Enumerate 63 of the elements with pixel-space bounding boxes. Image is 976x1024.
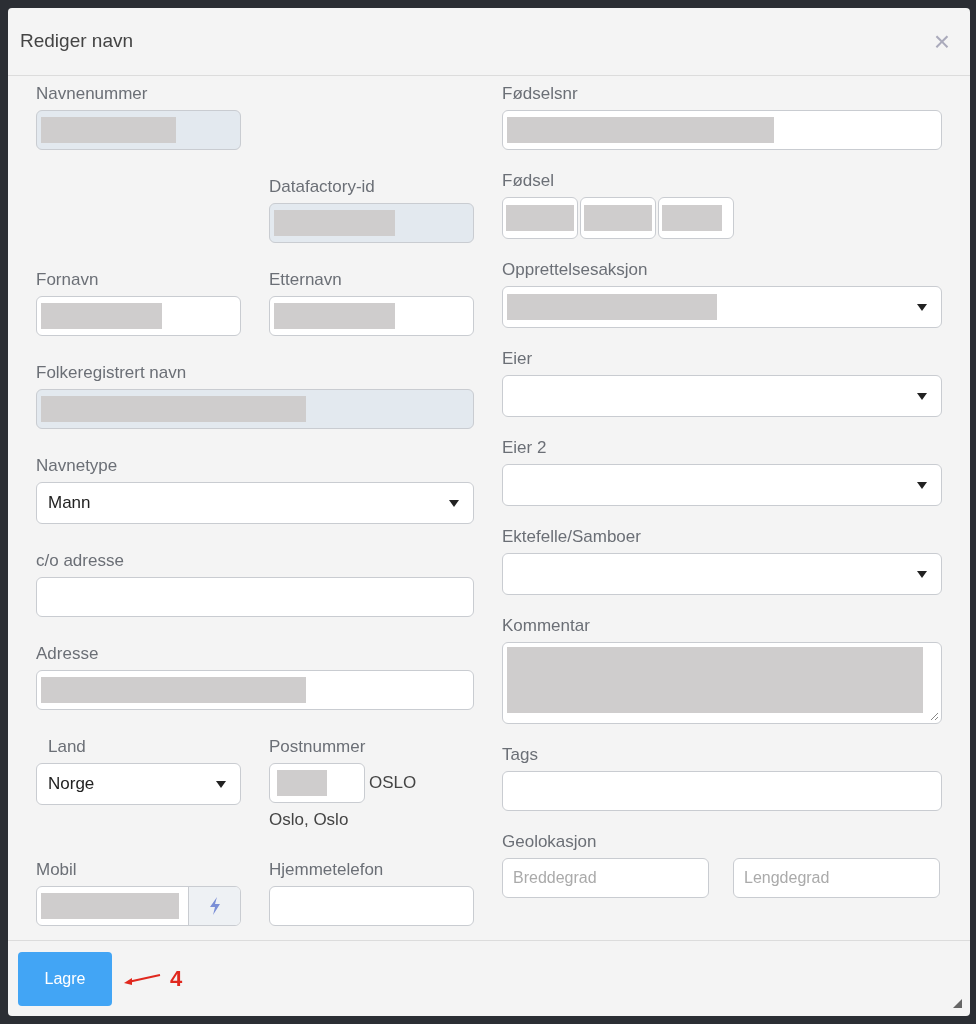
- comment-textarea[interactable]: [502, 642, 942, 724]
- select-field[interactable]: [502, 375, 942, 417]
- field-label: Land: [47, 737, 87, 757]
- field-label: Hjemmetelefon: [269, 859, 385, 880]
- caret-icon: [917, 392, 927, 400]
- input-field[interactable]: [36, 670, 474, 710]
- caret-icon: [917, 303, 927, 311]
- field-label: Datafactory-id: [269, 177, 376, 197]
- field-label: Etternavn: [269, 270, 343, 290]
- field-label: Ektefelle/Samboer: [502, 527, 642, 547]
- input-field[interactable]: [502, 771, 942, 811]
- input-field[interactable]: [502, 110, 942, 150]
- field-label: Adresse: [36, 644, 100, 664]
- city-name: OSLO: [369, 772, 417, 795]
- input-field[interactable]: [36, 389, 474, 429]
- dialog-title: Rediger navn: [20, 29, 134, 54]
- date-part-field[interactable]: [502, 197, 578, 239]
- field-label: Fornavn: [36, 270, 100, 290]
- area-name: Oslo, Oslo: [269, 809, 350, 831]
- lightning-icon: [208, 896, 221, 915]
- field-label: Mobil: [36, 859, 78, 880]
- caret-icon: [449, 499, 459, 507]
- field-label: Eier: [502, 349, 534, 369]
- select-field[interactable]: [502, 464, 942, 506]
- redacted-block: [662, 205, 722, 231]
- select-field[interactable]: Norge: [36, 763, 241, 805]
- input-field[interactable]: [36, 110, 241, 150]
- input-field[interactable]: [269, 763, 365, 803]
- redacted-block: [506, 205, 574, 231]
- field-label: Navnenummer: [36, 84, 149, 104]
- field-label: Fødselsnr: [502, 84, 579, 104]
- input-field[interactable]: [36, 577, 474, 617]
- field-label: Tags: [502, 745, 539, 765]
- date-part-field[interactable]: [580, 197, 656, 239]
- input-field[interactable]: [36, 296, 241, 336]
- annotation-number: 4: [170, 965, 183, 993]
- lightning-button[interactable]: [188, 886, 240, 925]
- field-label: Postnummer: [269, 737, 367, 757]
- caret-icon: [917, 481, 927, 489]
- date-part-field[interactable]: [658, 197, 734, 239]
- field-label: Folkeregistrert navn: [36, 363, 188, 383]
- input-field[interactable]: [269, 885, 474, 926]
- select-field[interactable]: [502, 553, 942, 595]
- coordinate-input[interactable]: Lengdegrad: [733, 858, 940, 898]
- caret-icon: [917, 570, 927, 578]
- select-field[interactable]: [502, 286, 942, 328]
- field-label: Fødsel: [502, 171, 555, 191]
- resize-grip-icon: [953, 999, 962, 1008]
- field-label: Geolokasjon: [502, 832, 598, 852]
- resize-grip-icon: [930, 712, 938, 720]
- redacted-block: [584, 205, 652, 231]
- field-label: Navnetype: [36, 456, 119, 476]
- field-label: Opprettelsesaksjon: [502, 260, 649, 280]
- input-field[interactable]: [269, 296, 474, 336]
- annotation-arrow: [122, 971, 162, 986]
- input-field[interactable]: [269, 203, 474, 243]
- coordinate-input[interactable]: Breddegrad: [502, 858, 709, 898]
- field-label: Eier 2: [502, 438, 548, 458]
- phone-field[interactable]: [36, 885, 241, 926]
- caret-icon: [216, 780, 226, 788]
- field-label: Kommentar: [502, 616, 591, 636]
- select-field[interactable]: Mann: [36, 482, 474, 524]
- field-label: c/o adresse: [36, 551, 125, 571]
